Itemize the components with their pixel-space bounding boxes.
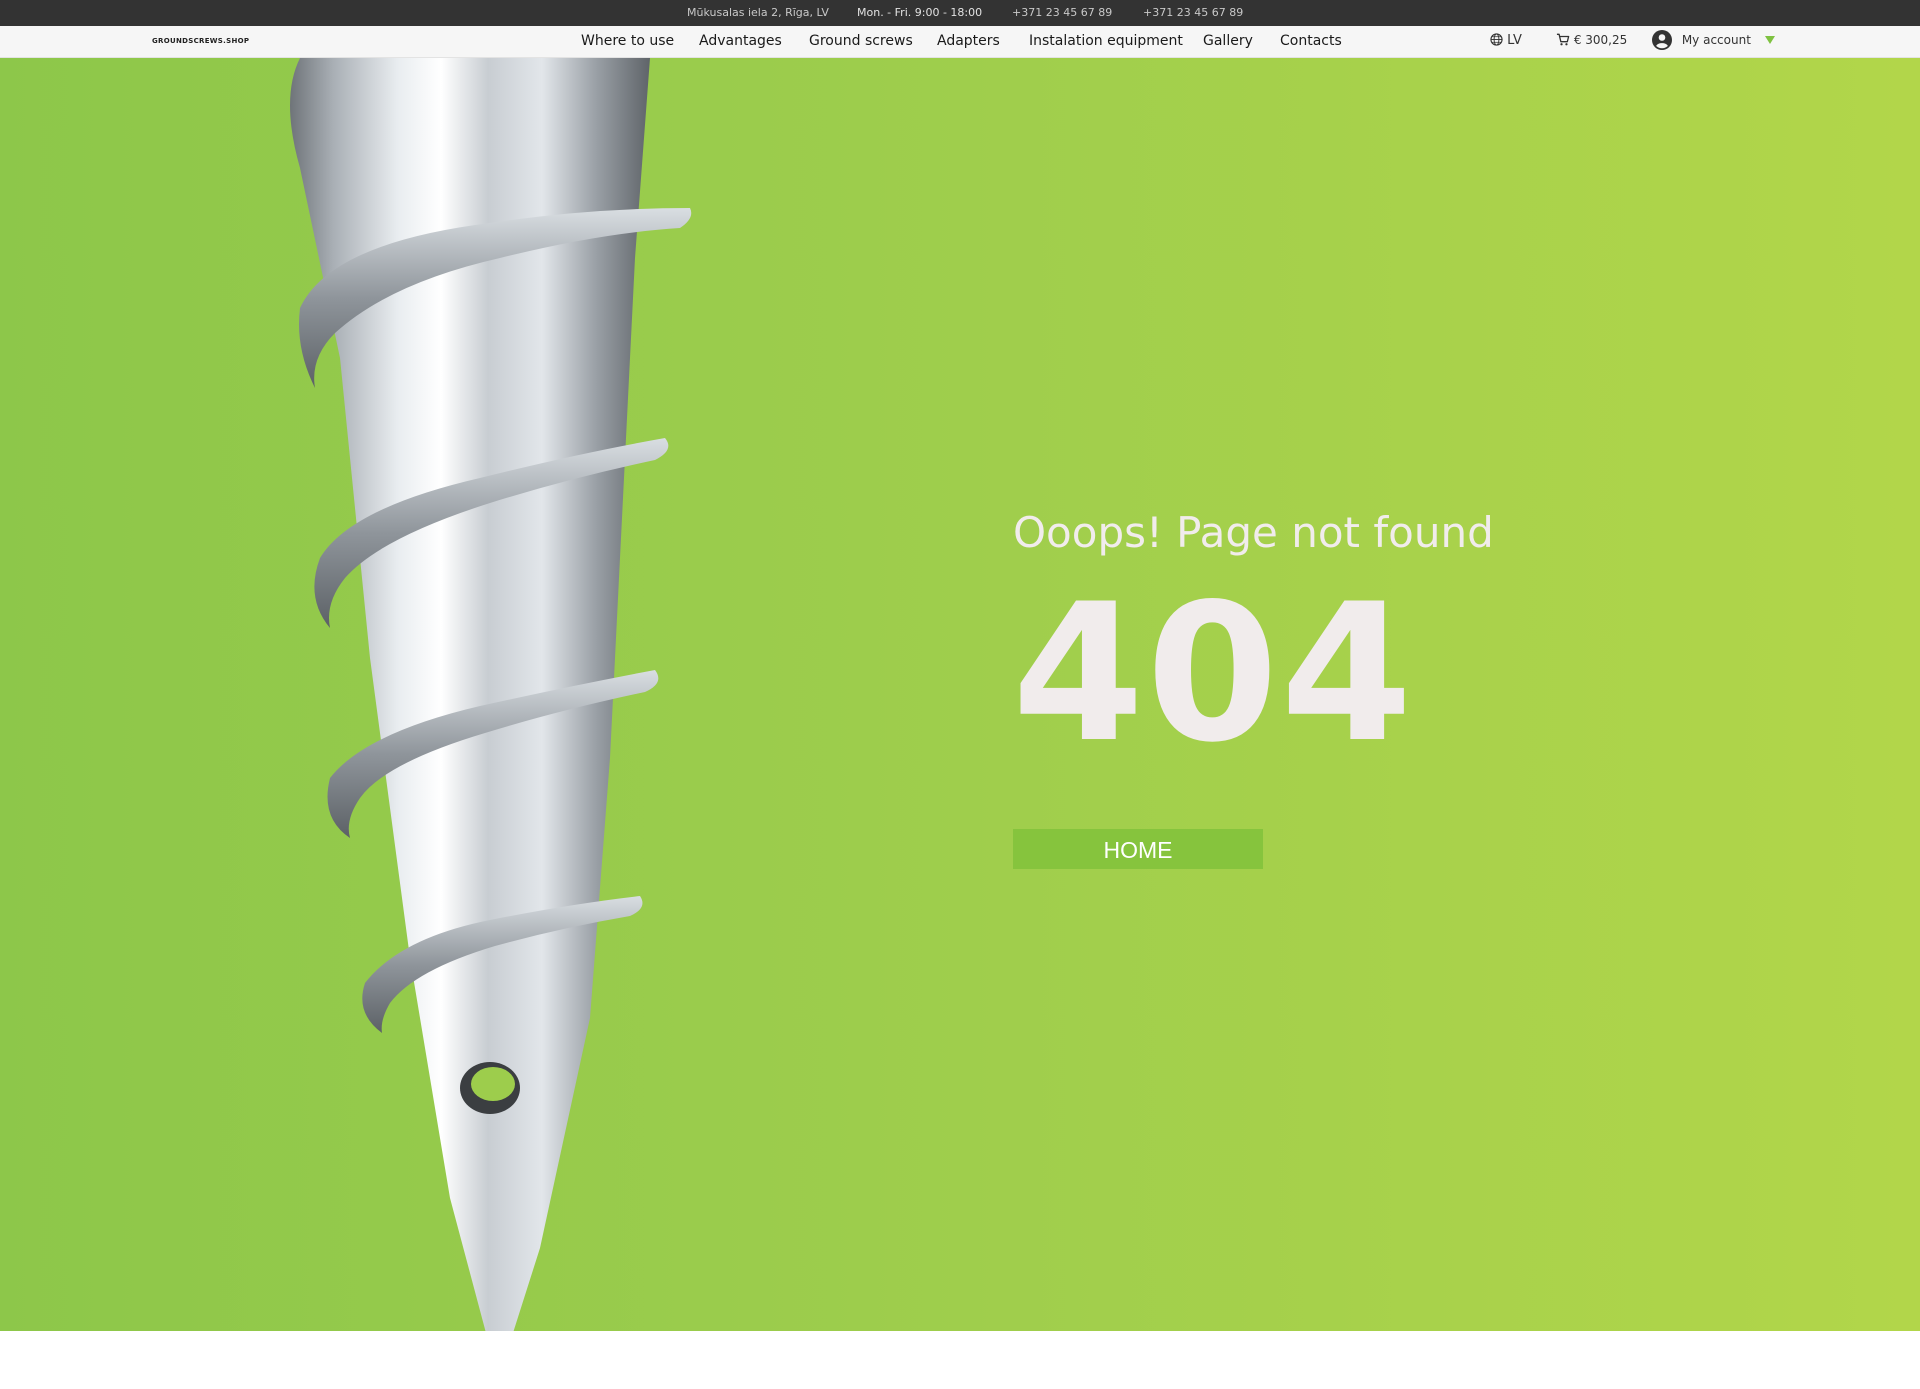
nav-item-advantages[interactable]: Advantages [699, 33, 782, 49]
opening-hours-text: Mon. - Fri. 9:00 - 18:00 [857, 6, 983, 19]
page: Mūkusalas iela 2, Rīga, LV Mon. - Fri. 9… [0, 0, 1920, 1389]
page-not-found-heading: Ooops! Page not found [1013, 508, 1494, 557]
phone-link-2[interactable]: +371 23 45 67 89 [1143, 6, 1243, 19]
nav-item-instalation-equipment[interactable]: Instalation equipment [1029, 33, 1183, 49]
nav-item-ground-screws[interactable]: Ground screws [809, 33, 913, 49]
error-code: 404 [1012, 563, 1415, 784]
nav-item-adapters[interactable]: Adapters [937, 33, 1000, 49]
cart-icon [1556, 33, 1574, 47]
address-text: Mūkusalas iela 2, Rīga, LV [687, 6, 829, 19]
nav-item-gallery[interactable]: Gallery [1203, 33, 1253, 49]
globe-icon [1490, 33, 1507, 48]
ground-screw-image [290, 58, 692, 1358]
cart-total: € 300,25 [1573, 33, 1628, 47]
nav-item-where-to-use[interactable]: Where to use [581, 33, 674, 49]
cart-button[interactable]: € 300,25 [1556, 33, 1627, 47]
language-switcher[interactable]: LV [1490, 33, 1522, 48]
error-hero: Ooops! Page not found 404 HOME [0, 58, 1920, 1389]
page-bottom-strip [0, 1331, 1920, 1389]
main-navigation-bar: GROUNDSCREWS.SHOP Where to use Advantage… [0, 26, 1920, 58]
nav-item-contacts[interactable]: Contacts [1280, 33, 1342, 49]
account-menu[interactable]: My account [1652, 30, 1775, 50]
account-label: My account [1681, 33, 1751, 47]
site-logo[interactable]: GROUNDSCREWS.SHOP [152, 37, 249, 45]
chevron-down-icon[interactable] [1764, 36, 1775, 44]
home-button[interactable]: HOME [1013, 829, 1263, 869]
top-info-bar: Mūkusalas iela 2, Rīga, LV Mon. - Fri. 9… [0, 0, 1920, 26]
user-circle-icon [1652, 30, 1672, 50]
phone-link-1[interactable]: +371 23 45 67 89 [1012, 6, 1112, 19]
language-label: LV [1507, 33, 1522, 48]
